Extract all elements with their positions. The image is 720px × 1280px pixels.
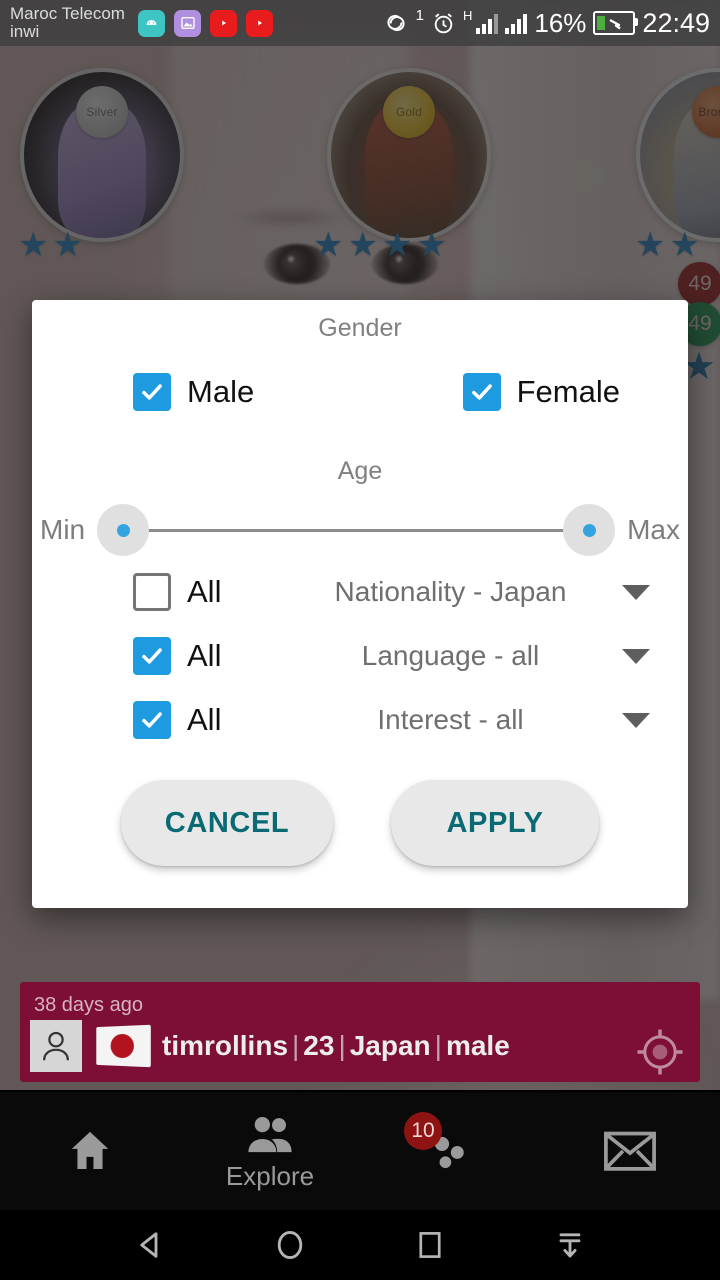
chat-badge: 10 [404,1112,442,1150]
user-info-strip[interactable]: 38 days ago timrollins | 23 | Japan | male [20,982,700,1082]
slider-thumb-min[interactable] [97,504,150,556]
last-seen-label: 38 days ago [34,994,143,1016]
age-min-label: Min [40,514,86,545]
gender-label: male [445,1030,510,1061]
age-max-label: Max [627,514,680,545]
chevron-down-icon[interactable] [622,712,650,728]
network-type-label: H [462,7,473,23]
gender-section-title: Gender [318,314,402,342]
apply-button[interactable]: APPLY [391,780,599,866]
cancel-button[interactable]: CANCEL [121,780,333,866]
filter-row-interest[interactable]: All Interest - all [32,688,688,752]
age-section-title: Age [337,457,383,485]
slider-track [123,529,590,532]
filter-row-language[interactable]: All Language - all [32,624,688,688]
interest-value[interactable]: Interest - all [279,704,622,736]
female-checkbox[interactable] [462,373,501,411]
chevron-down-icon[interactable] [622,584,650,600]
signal-icon-1 [476,12,499,34]
avatar[interactable] [30,1020,82,1072]
home-circle-icon [277,1230,303,1260]
separator: | [292,1030,300,1061]
status-app-icons [138,9,273,37]
user-summary: timrollins | 23 | Japan | male [162,1030,510,1062]
status-bar: Maroc Telecom inwi 1 H 16% 22:49 [0,0,720,46]
japan-flag-icon [96,1024,151,1068]
status-indicators: 1 H 16% 22:49 [383,6,720,39]
country-label: Japan [349,1030,431,1061]
male-checkbox[interactable] [133,373,171,411]
home-icon [71,1131,109,1169]
android-icon [138,9,165,37]
carrier-label: Maroc Telecom inwi [10,5,130,40]
nav-item-messages[interactable] [540,1092,720,1210]
locate-button[interactable] [634,1026,686,1082]
female-label: Female [516,374,620,409]
username-label: timrollins [162,1030,289,1061]
carrier-line-2: inwi [10,22,40,41]
android-navigation-bar [0,1210,720,1280]
phone-screen: Silver ★ ★ Gold ★ ★ ★ ★ Bronze ★ ★ 49 49… [0,0,720,1280]
nav-label-explore: Explore [225,1160,315,1191]
slider-track-area[interactable] [93,502,619,558]
bottom-navigation: Explore 10 [0,1092,720,1210]
youtube-icon [210,9,237,37]
interest-all-label: All [187,702,222,737]
gallery-icon [174,9,201,37]
language-value[interactable]: Language - all [279,640,622,672]
separator: | [338,1030,346,1061]
people-icon [248,1116,292,1152]
age-label: 23 [303,1030,335,1061]
language-all-label: All [187,638,222,673]
nav-item-explore[interactable]: Explore [180,1092,360,1210]
recents-button[interactable] [395,1210,465,1280]
envelope-icon [604,1131,656,1171]
hide-navbar-icon [559,1233,581,1258]
nav-item-home[interactable] [0,1092,180,1210]
clock-label: 22:49 [642,7,710,38]
gender-option-male[interactable]: Male [133,373,254,411]
alarm-icon [434,12,453,33]
recents-square-icon [419,1232,441,1258]
signal-icon-2 [505,12,528,34]
male-label: Male [187,374,255,409]
separator: | [434,1030,442,1061]
user-info-row: timrollins | 23 | Japan | male [30,1020,690,1072]
back-button[interactable] [115,1210,185,1280]
battery-icon [593,11,639,35]
gender-option-female[interactable]: Female [462,373,620,411]
dialog-actions: CANCEL APPLY [32,780,688,866]
age-range-slider[interactable]: Min Max [32,500,688,560]
interest-all-checkbox[interactable] [133,701,171,739]
sync-icon [387,14,405,32]
chevron-down-icon[interactable] [622,648,650,664]
back-icon [140,1232,158,1258]
home-button[interactable] [255,1210,325,1280]
slider-thumb-max[interactable] [563,504,616,556]
carrier-line-1: Maroc Telecom [10,4,125,24]
hide-navbar-button[interactable] [535,1210,605,1280]
sync-count: 1 [415,6,424,24]
battery-percent-label: 16% [534,7,587,38]
nationality-all-checkbox[interactable] [133,573,171,611]
nationality-all-label: All [187,574,222,609]
nav-item-chat[interactable]: 10 [360,1092,540,1210]
gender-options-row: Male Female [32,373,688,411]
filter-row-nationality[interactable]: All Nationality - Japan [32,560,688,624]
youtube-icon [246,9,273,37]
language-all-checkbox[interactable] [133,637,171,675]
nationality-value[interactable]: Nationality - Japan [279,576,622,608]
filter-dialog: Gender Male Female Age Min Max All Natio… [32,300,688,908]
